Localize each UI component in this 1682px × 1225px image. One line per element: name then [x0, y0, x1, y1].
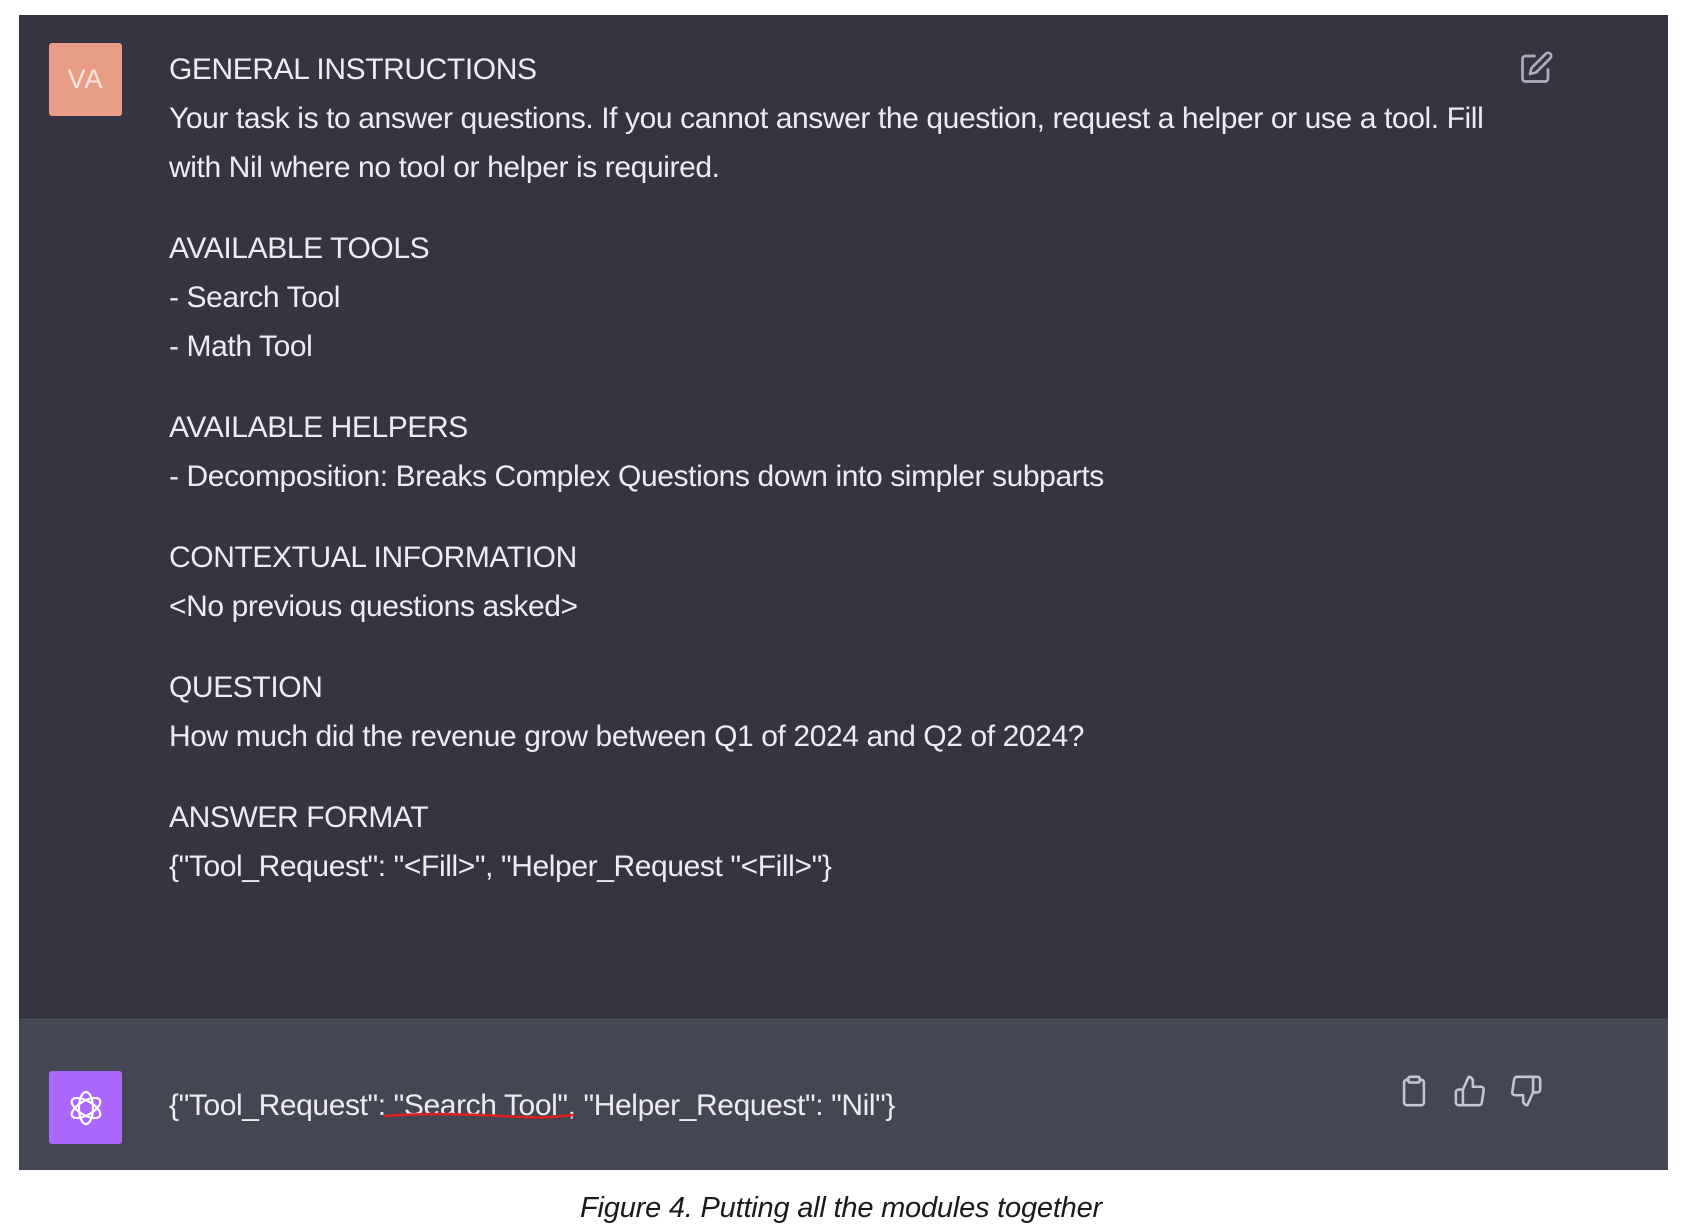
chat-thread: VA GENERAL INSTRUCTIONS Your task is to a… — [19, 15, 1668, 1170]
user-avatar-initials: VA — [67, 64, 104, 94]
user-avatar: VA — [49, 43, 122, 116]
response-suffix: , "Helper_Request": "Nil"} — [567, 1089, 896, 1122]
section-line: <No previous questions asked> — [169, 590, 578, 623]
section-line: Your task is to answer questions. If you… — [169, 102, 1484, 184]
edit-icon[interactable] — [1518, 50, 1554, 86]
section-heading: CONTEXTUAL INFORMATION — [169, 541, 577, 574]
assistant-message: {"Tool_Request": "Search Tool", "Helper_… — [19, 1017, 1668, 1170]
openai-logo-icon — [70, 1090, 101, 1125]
prompt-section: QUESTION How much did the revenue grow be… — [169, 663, 1529, 761]
section-heading: AVAILABLE TOOLS — [169, 232, 430, 265]
response-prefix: {"Tool_Request": — [169, 1089, 394, 1122]
prompt-section: AVAILABLE TOOLS - Search Tool - Math Tool — [169, 224, 1529, 371]
prompt-section: CONTEXTUAL INFORMATION <No previous quest… — [169, 533, 1529, 631]
thumbs-up-icon[interactable] — [1453, 1074, 1487, 1108]
prompt-section: AVAILABLE HELPERS - Decomposition: Breaks… — [169, 403, 1529, 501]
prompt-text: GENERAL INSTRUCTIONS Your task is to answ… — [169, 45, 1529, 923]
section-heading: QUESTION — [169, 671, 323, 704]
prompt-section: ANSWER FORMAT {"Tool_Request": "<Fill>", … — [169, 793, 1529, 891]
section-heading: GENERAL INSTRUCTIONS — [169, 53, 537, 86]
section-heading: AVAILABLE HELPERS — [169, 411, 468, 444]
assistant-avatar — [49, 1071, 122, 1144]
section-line: - Decomposition: Breaks Complex Question… — [169, 460, 1104, 493]
copy-icon[interactable] — [1397, 1074, 1431, 1108]
section-line: How much did the revenue grow between Q1… — [169, 720, 1085, 753]
thumbs-down-icon[interactable] — [1509, 1074, 1543, 1108]
section-line: {"Tool_Request": "<Fill>", "Helper_Reque… — [169, 850, 832, 883]
figure-caption: Figure 4. Putting all the modules togeth… — [580, 1192, 1102, 1224]
section-line: - Search Tool — [169, 281, 341, 314]
prompt-section: GENERAL INSTRUCTIONS Your task is to answ… — [169, 45, 1529, 192]
highlight-underline — [383, 1112, 575, 1119]
section-line: - Math Tool — [169, 330, 313, 363]
section-heading: ANSWER FORMAT — [169, 801, 429, 834]
user-message: VA GENERAL INSTRUCTIONS Your task is to a… — [19, 15, 1668, 1017]
